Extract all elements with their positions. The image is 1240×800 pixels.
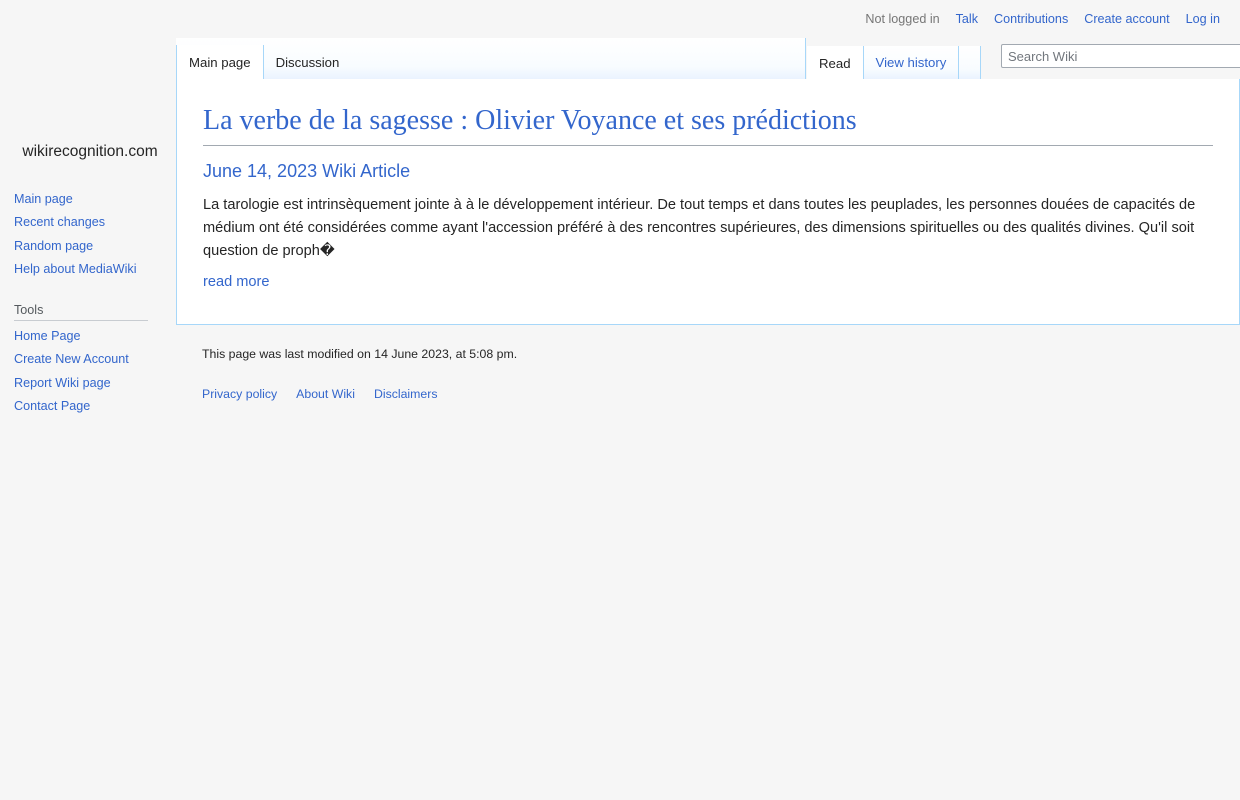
footer: This page was last modified on 14 June 2… bbox=[176, 346, 1240, 401]
footer-link-privacy-policy[interactable]: Privacy policy bbox=[202, 387, 277, 401]
sidebar-navigation-portal: Main page Recent changes Random page Hel… bbox=[0, 188, 176, 281]
tabs-row: Main page Discussion Read View history bbox=[176, 38, 1240, 81]
tab-main-page[interactable]: Main page bbox=[176, 45, 264, 80]
list-item: About Wiki bbox=[296, 385, 355, 401]
list-item: Recent changes bbox=[14, 211, 168, 234]
sidebar-item-help-about-mediawiki[interactable]: Help about MediaWiki bbox=[14, 262, 137, 276]
article-subtitle: June 14, 2023 Wiki Article bbox=[203, 161, 411, 182]
list-item: Create New Account bbox=[14, 348, 168, 371]
footer-last-modified: This page was last modified on 14 June 2… bbox=[202, 347, 518, 361]
tab-actions-menu[interactable] bbox=[959, 46, 982, 80]
list-item: Contact Page bbox=[14, 394, 168, 417]
sidebar: wikirecognition.com Main page Recent cha… bbox=[0, 38, 176, 418]
search-form bbox=[1001, 44, 1240, 68]
article-body-text: La tarologie est intrinsèquement jointe … bbox=[203, 196, 1196, 259]
login-status-label: Not logged in bbox=[865, 11, 940, 26]
sidebar-tools-heading: Tools bbox=[14, 303, 148, 321]
list-item: Disclaimers bbox=[374, 385, 438, 401]
content-area: La verbe de la sagesse : Olivier Voyance… bbox=[176, 79, 1240, 325]
footer-link-disclaimers[interactable]: Disclaimers bbox=[374, 387, 438, 401]
sidebar-item-report-wiki-page[interactable]: Report Wiki page bbox=[14, 376, 111, 390]
view-tabs: Read View history bbox=[807, 38, 982, 81]
tab-discussion[interactable]: Discussion bbox=[264, 45, 352, 79]
footer-links-list: Privacy policy About Wiki Disclaimers bbox=[202, 385, 1214, 401]
site-logo-text[interactable]: wikirecognition.com bbox=[0, 143, 176, 162]
sidebar-navigation-list: Main page Recent changes Random page Hel… bbox=[14, 188, 168, 281]
footer-link-about-wiki[interactable]: About Wiki bbox=[296, 387, 355, 401]
sidebar-tools-portal: Tools Home Page Create New Account Repor… bbox=[0, 303, 176, 418]
sidebar-tools-list: Home Page Create New Account Report Wiki… bbox=[14, 325, 168, 418]
personal-link-log-in[interactable]: Log in bbox=[1178, 13, 1228, 26]
sidebar-item-recent-changes[interactable]: Recent changes bbox=[14, 215, 105, 229]
list-item: Report Wiki page bbox=[14, 371, 168, 394]
list-item: Random page bbox=[14, 234, 168, 257]
namespace-tabs: Main page Discussion bbox=[176, 38, 806, 80]
read-more-link[interactable]: read more bbox=[203, 274, 270, 290]
list-item: Privacy policy bbox=[202, 385, 277, 401]
sidebar-item-contact-page[interactable]: Contact Page bbox=[14, 399, 90, 413]
sidebar-item-random-page[interactable]: Random page bbox=[14, 239, 93, 253]
tab-read[interactable]: Read bbox=[807, 46, 864, 81]
tab-view-history[interactable]: View history bbox=[863, 46, 960, 80]
sidebar-item-main-page[interactable]: Main page bbox=[14, 192, 73, 206]
page-title[interactable]: La verbe de la sagesse : Olivier Voyance… bbox=[203, 103, 1213, 147]
list-item: Home Page bbox=[14, 325, 168, 348]
search-input[interactable] bbox=[1001, 44, 1240, 68]
sidebar-item-home-page[interactable]: Home Page bbox=[14, 329, 81, 343]
list-item: Help about MediaWiki bbox=[14, 257, 168, 280]
sidebar-item-create-new-account[interactable]: Create New Account bbox=[14, 352, 129, 366]
personal-link-contributions[interactable]: Contributions bbox=[986, 13, 1076, 26]
list-item: Main page bbox=[14, 188, 168, 211]
personal-link-create-account[interactable]: Create account bbox=[1076, 13, 1177, 26]
wiki-page: Not logged in Talk Contributions Create … bbox=[0, 0, 1240, 800]
personal-link-talk[interactable]: Talk bbox=[948, 13, 986, 26]
personal-tools-bar: Not logged in Talk Contributions Create … bbox=[857, 0, 1240, 38]
